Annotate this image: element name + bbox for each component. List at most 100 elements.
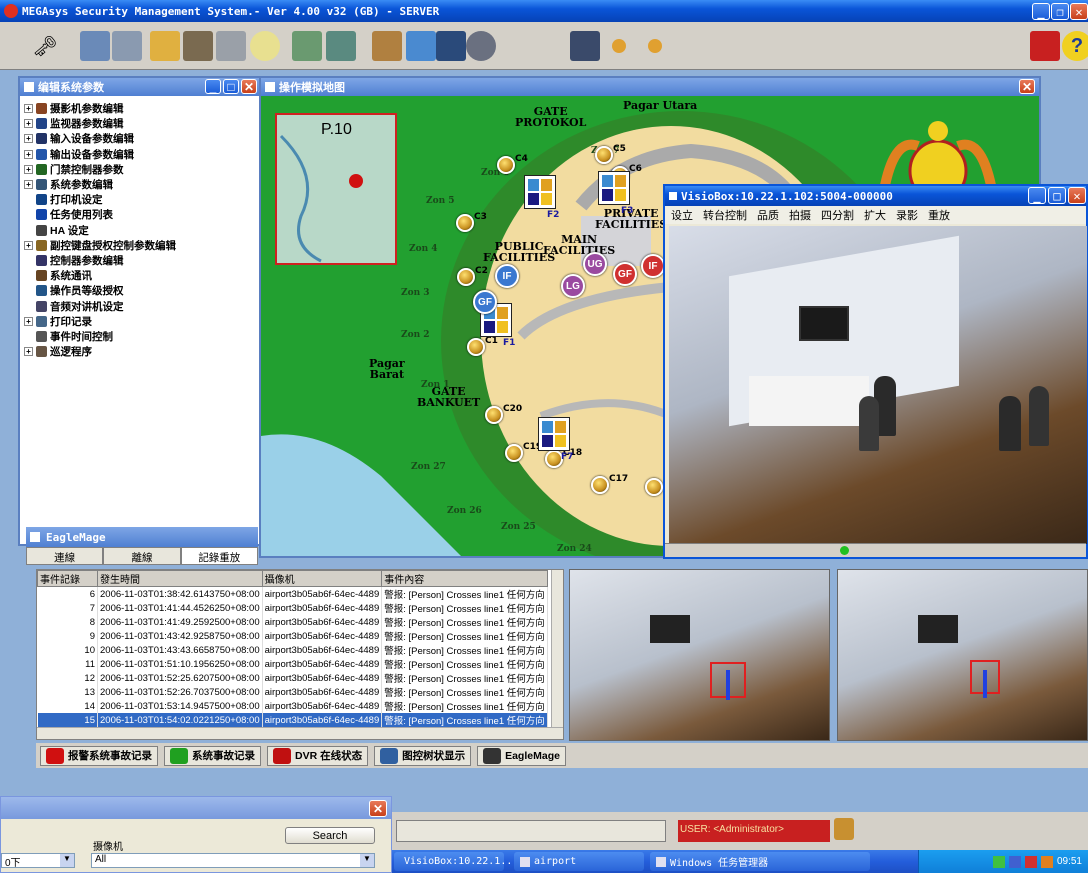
video-minimize-button[interactable]: _ <box>1028 187 1046 204</box>
camera-select[interactable]: All ▼ <box>91 853 375 868</box>
tree-item[interactable]: + 巡逻程序 <box>24 344 259 359</box>
tree-item[interactable]: + 门禁控制器参数 <box>24 162 259 177</box>
left-select[interactable]: 0下 ▼ <box>1 853 75 869</box>
table-row[interactable]: 10 2006-11-03T01:43:43.6658750+08:00 airpo… <box>37 643 548 657</box>
floor-marker[interactable]: GF <box>473 290 497 314</box>
tree-item[interactable]: 事件时间控制 <box>24 329 259 344</box>
disk-icon[interactable] <box>466 31 496 61</box>
tree-expander-icon[interactable]: + <box>24 104 33 114</box>
tree-item[interactable]: 音频对讲机设定 <box>24 298 259 313</box>
minimize-button[interactable]: _ <box>1032 3 1050 20</box>
tools-icon[interactable] <box>372 31 402 61</box>
tree-item[interactable]: 操作员等级授权 <box>24 283 259 298</box>
tree-item[interactable]: + 监视器参数编辑 <box>24 116 259 131</box>
tree-expander-icon[interactable]: + <box>24 180 33 190</box>
column-header[interactable]: 發生時間 <box>97 570 263 587</box>
video-menu-item[interactable]: 四分割 <box>821 207 854 223</box>
table-row[interactable]: 7 2006-11-03T01:41:44.4526250+08:00 airpor… <box>37 601 548 615</box>
tree-item[interactable]: + 输入设备参数编辑 <box>24 131 259 146</box>
video-menu-item[interactable]: 品质 <box>757 207 779 223</box>
tree-item[interactable]: + 打印记录 <box>24 314 259 329</box>
tree-close-button[interactable]: ✕ <box>241 79 257 94</box>
tree-expander-icon[interactable]: + <box>24 347 33 357</box>
tree-item[interactable]: 控制器参数编辑 <box>24 253 259 268</box>
clock-icon[interactable] <box>250 31 280 61</box>
floor-marker[interactable]: IF <box>495 264 519 288</box>
orange-dot-icon-2[interactable] <box>648 39 662 53</box>
search-button[interactable]: Search <box>285 827 375 844</box>
search-dialog-title-bar[interactable]: ✕ <box>1 797 391 819</box>
table-scrollbar[interactable] <box>551 570 563 728</box>
tree-structure-icon[interactable] <box>80 31 110 61</box>
app-title-bar[interactable]: MEGAsys Security Management System.- Ver… <box>0 0 1088 22</box>
column-header[interactable]: 事件內容 <box>381 570 548 587</box>
map-icon[interactable] <box>292 31 322 61</box>
devices-icon[interactable] <box>183 31 213 61</box>
taskbar-button[interactable]: VisioBox:10.22.1... <box>394 852 518 871</box>
video-menu-item[interactable]: 转台控制 <box>703 207 747 223</box>
network-icon[interactable] <box>112 31 142 61</box>
snapshot-thumbnail-1[interactable] <box>569 569 830 741</box>
bottom-tab[interactable]: 报警系统事故记录 <box>40 745 158 766</box>
tree-item[interactable]: + 系统参数编辑 <box>24 177 259 192</box>
orange-dot-icon[interactable] <box>612 39 626 53</box>
tree-item[interactable]: HA 设定 <box>24 223 259 238</box>
bottom-tab[interactable]: 系统事故记录 <box>164 745 261 766</box>
tree-expander-icon[interactable]: + <box>24 240 33 250</box>
monitor-grid-icon[interactable] <box>326 31 356 61</box>
help-icon[interactable]: ? <box>1062 31 1088 61</box>
tree-item[interactable]: 打印机设定 <box>24 192 259 207</box>
bottom-tab[interactable]: EagleMage <box>477 745 566 766</box>
alarm-icon[interactable] <box>1030 31 1060 61</box>
facility-marker-icon[interactable] <box>524 175 556 209</box>
tree-restore-button[interactable]: □ <box>223 79 239 94</box>
eagle-tab[interactable]: 連線 <box>26 547 104 565</box>
taskbar-button[interactable]: Windows 任务管理器 <box>650 852 870 871</box>
tree-expander-icon[interactable]: + <box>24 316 33 326</box>
emblem-icon[interactable] <box>834 818 854 840</box>
floor-marker[interactable]: LG <box>561 274 585 298</box>
facility-marker-icon[interactable] <box>598 171 630 205</box>
tree-item[interactable]: 任务使用列表 <box>24 207 259 222</box>
camera-marker-icon[interactable] <box>485 406 503 424</box>
eagle-title-bar[interactable]: EagleMage <box>26 527 258 547</box>
tree-item[interactable]: 系统通讯 <box>24 268 259 283</box>
camera-marker-icon[interactable] <box>505 444 523 462</box>
tree-expander-icon[interactable] <box>24 271 33 280</box>
eagle-tab[interactable]: 記錄重放 <box>180 547 258 565</box>
map-title-bar[interactable]: 操作模拟地图 ✕ <box>261 78 1039 96</box>
restore-button[interactable]: ❐ <box>1051 3 1069 20</box>
bottom-tab[interactable]: 图控树状显示 <box>374 745 472 766</box>
video-menu-item[interactable]: 设立 <box>671 207 693 223</box>
dvr-icon[interactable] <box>436 31 466 61</box>
event-log-table[interactable]: 事件記錄 發生時間 攝像机 事件內容 6 2006-11-03T01:38:42.614… <box>36 569 564 740</box>
camera-marker-icon[interactable] <box>591 476 609 494</box>
table-row[interactable]: 12 2006-11-03T01:52:25.6207500+08:00 airpo… <box>37 671 548 685</box>
tray-icon[interactable] <box>1024 855 1037 868</box>
video-menu-item[interactable]: 扩大 <box>864 207 886 223</box>
keys-icon[interactable]: 🗝 <box>30 31 60 61</box>
search-close-button[interactable]: ✕ <box>369 800 387 817</box>
table-row[interactable]: 14 2006-11-03T01:53:14.9457500+08:00 airpo… <box>37 699 548 713</box>
tree-item[interactable]: + 副控键盘授权控制参数编辑 <box>24 238 259 253</box>
camera-live-view[interactable] <box>669 226 1087 544</box>
table-row[interactable]: 9 2006-11-03T01:43:42.9258750+08:00 airpor… <box>37 629 548 643</box>
tree-item[interactable]: + 输出设备参数编辑 <box>24 147 259 162</box>
camera-marker-icon[interactable] <box>456 214 474 232</box>
video-menu-item[interactable]: 重放 <box>928 207 950 223</box>
tray-icon[interactable] <box>1040 855 1053 868</box>
tree-expander-icon[interactable] <box>24 332 33 341</box>
user-tools-icon[interactable] <box>406 31 436 61</box>
tray-icon[interactable] <box>992 855 1005 868</box>
table-row[interactable]: 15 2006-11-03T01:54:02.0221250+08:00 airpo… <box>37 713 548 727</box>
camera-marker-icon[interactable] <box>457 268 475 286</box>
tree-expander-icon[interactable]: + <box>24 149 33 159</box>
tray-icon[interactable] <box>1008 855 1021 868</box>
column-header[interactable]: 事件記錄 <box>37 570 98 587</box>
tree-expander-icon[interactable]: + <box>24 164 33 174</box>
facility-marker-icon[interactable] <box>538 417 570 451</box>
video-menu-item[interactable]: 拍摄 <box>789 207 811 223</box>
tree-panel-title-bar[interactable]: 编辑系统参数 _ □ ✕ <box>20 78 259 96</box>
map-close-button[interactable]: ✕ <box>1019 79 1035 94</box>
table-row[interactable]: 6 2006-11-03T01:38:42.6143750+08:00 airpor… <box>37 586 548 601</box>
